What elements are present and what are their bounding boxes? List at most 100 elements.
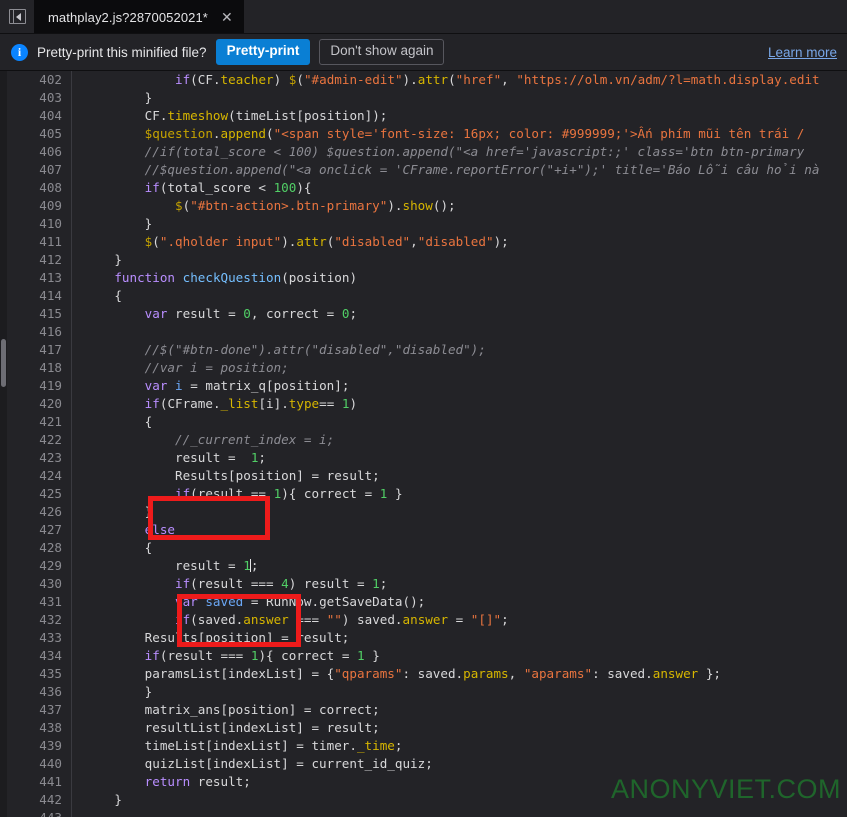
line-code[interactable]: quizList[indexList] = current_id_quiz; (72, 755, 433, 773)
line-code[interactable]: if(result === 1){ correct = 1 } (72, 647, 380, 665)
line-code[interactable]: } (72, 251, 122, 269)
line-code[interactable]: resultList[indexList] = result; (72, 719, 380, 737)
code-line[interactable]: 410 } (7, 215, 847, 233)
code-line[interactable]: 432 if(saved.answer === "") saved.answer… (7, 611, 847, 629)
code-line[interactable]: 408 if(total_score < 100){ (7, 179, 847, 197)
line-code[interactable]: //if(total_score < 100) $question.append… (72, 143, 805, 161)
line-code[interactable]: { (72, 287, 122, 305)
code-line[interactable]: 404 CF.timeshow(timeList[position]); (7, 107, 847, 125)
code-line[interactable]: 443 (7, 809, 847, 817)
info-icon: i (11, 43, 28, 61)
line-code[interactable]: var result = 0, correct = 0; (72, 305, 357, 323)
close-icon[interactable]: ✕ (218, 9, 236, 25)
line-code[interactable]: $(".qholder input").attr("disabled","dis… (72, 233, 509, 251)
code-line[interactable]: 435 paramsList[indexList] = {"qparams": … (7, 665, 847, 683)
line-code[interactable]: $question.append("<span style='font-size… (72, 125, 812, 143)
line-code[interactable]: $("#btn-action>.btn-primary").show(); (72, 197, 456, 215)
code-line[interactable]: 415 var result = 0, correct = 0; (7, 305, 847, 323)
code-line[interactable]: 420 if(CFrame._list[i].type== 1) (7, 395, 847, 413)
line-code[interactable]: } (72, 791, 122, 809)
code-line[interactable]: 429 result = 1; (7, 557, 847, 575)
line-code[interactable]: { (72, 413, 153, 431)
line-code[interactable]: if(result == 1){ correct = 1 } (72, 485, 403, 503)
code-line[interactable]: 426 } (7, 503, 847, 521)
dont-show-again-button[interactable]: Don't show again (319, 39, 445, 65)
line-number: 409 (7, 197, 72, 215)
line-code[interactable]: matrix_ans[position] = correct; (72, 701, 380, 719)
line-code[interactable] (72, 323, 84, 341)
line-code[interactable]: var saved = RunNow.getSaveData(); (72, 593, 425, 611)
line-code[interactable]: Results[position] = result; (72, 629, 350, 647)
line-code[interactable]: //var i = position; (72, 359, 289, 377)
code-line[interactable]: 439 timeList[indexList] = timer._time; (7, 737, 847, 755)
line-code[interactable] (72, 809, 84, 817)
code-line[interactable]: 419 var i = matrix_q[position]; (7, 377, 847, 395)
line-code[interactable]: } (72, 89, 153, 107)
code-line[interactable]: 416 (7, 323, 847, 341)
line-number: 424 (7, 467, 72, 485)
code-line[interactable]: 418 //var i = position; (7, 359, 847, 377)
code-line[interactable]: 425 if(result == 1){ correct = 1 } (7, 485, 847, 503)
code-line[interactable]: 411 $(".qholder input").attr("disabled",… (7, 233, 847, 251)
code-line[interactable]: 436 } (7, 683, 847, 701)
line-code[interactable]: timeList[indexList] = timer._time; (72, 737, 403, 755)
line-code[interactable]: function checkQuestion(position) (72, 269, 357, 287)
code-line[interactable]: 424 Results[position] = result; (7, 467, 847, 485)
code-line[interactable]: 427 else (7, 521, 847, 539)
collapse-panel-left-icon[interactable] (0, 0, 34, 33)
line-code[interactable]: if(CF.teacher) $("#admin-edit").attr("hr… (72, 71, 820, 89)
code-line[interactable]: 428 { (7, 539, 847, 557)
code-line[interactable]: 438 resultList[indexList] = result; (7, 719, 847, 737)
code-line[interactable]: 412 } (7, 251, 847, 269)
pretty-print-notification-bar: i Pretty-print this minified file? Prett… (0, 34, 847, 71)
line-code[interactable]: if(total_score < 100){ (72, 179, 312, 197)
code-content[interactable]: 402 if(CF.teacher) $("#admin-edit").attr… (7, 71, 847, 817)
code-line[interactable]: 413 function checkQuestion(position) (7, 269, 847, 287)
code-line[interactable]: 409 $("#btn-action>.btn-primary").show()… (7, 197, 847, 215)
code-line[interactable]: 440 quizList[indexList] = current_id_qui… (7, 755, 847, 773)
learn-more-link[interactable]: Learn more (768, 45, 837, 60)
code-line[interactable]: 437 matrix_ans[position] = correct; (7, 701, 847, 719)
line-code[interactable]: Results[position] = result; (72, 467, 380, 485)
code-line[interactable]: 421 { (7, 413, 847, 431)
line-code[interactable]: if(saved.answer === "") saved.answer = "… (72, 611, 509, 629)
line-number: 427 (7, 521, 72, 539)
code-line[interactable]: 433 Results[position] = result; (7, 629, 847, 647)
code-line[interactable]: 417 //$("#btn-done").attr("disabled","di… (7, 341, 847, 359)
line-code[interactable]: CF.timeshow(timeList[position]); (72, 107, 388, 125)
code-line[interactable]: 422 //_current_index = i; (7, 431, 847, 449)
code-line[interactable]: 431 var saved = RunNow.getSaveData(); (7, 593, 847, 611)
line-code[interactable]: var i = matrix_q[position]; (72, 377, 350, 395)
line-code[interactable]: } (72, 215, 153, 233)
line-code[interactable]: else (72, 521, 175, 539)
code-line[interactable]: 405 $question.append("<span style='font-… (7, 125, 847, 143)
line-code[interactable]: paramsList[indexList] = {"qparams": save… (72, 665, 721, 683)
watermark: ANONYVIET.COM (610, 774, 841, 804)
line-code[interactable]: result = 1; (72, 449, 266, 467)
code-line[interactable]: 414 { (7, 287, 847, 305)
scrollbar-thumb[interactable] (1, 339, 6, 387)
line-code[interactable]: result = 1; (72, 557, 258, 575)
code-line[interactable]: 402 if(CF.teacher) $("#admin-edit").attr… (7, 71, 847, 89)
line-number: 414 (7, 287, 72, 305)
line-code[interactable]: //_current_index = i; (72, 431, 334, 449)
line-code[interactable]: if(CFrame._list[i].type== 1) (72, 395, 357, 413)
code-line[interactable]: 406 //if(total_score < 100) $question.ap… (7, 143, 847, 161)
line-code[interactable]: //$("#btn-done").attr("disabled","disabl… (72, 341, 486, 359)
line-code[interactable]: } (72, 503, 153, 521)
line-number: 410 (7, 215, 72, 233)
line-code[interactable]: return result; (72, 773, 251, 791)
code-line[interactable]: 403 } (7, 89, 847, 107)
editor-vertical-scrollbar[interactable] (0, 71, 7, 817)
code-line[interactable]: 407 //$question.append("<a onclick = 'CF… (7, 161, 847, 179)
code-line[interactable]: 434 if(result === 1){ correct = 1 } (7, 647, 847, 665)
line-code[interactable]: if(result === 4) result = 1; (72, 575, 387, 593)
line-code[interactable]: } (72, 683, 153, 701)
code-line[interactable]: 430 if(result === 4) result = 1; (7, 575, 847, 593)
line-number: 431 (7, 593, 72, 611)
line-code[interactable]: //$question.append("<a onclick = 'CFrame… (72, 161, 820, 179)
line-code[interactable]: { (72, 539, 153, 557)
code-line[interactable]: 423 result = 1; (7, 449, 847, 467)
pretty-print-button[interactable]: Pretty-print (215, 39, 311, 65)
tab-mathplay2-js[interactable]: mathplay2.js?2870052021* ✕ (34, 0, 244, 33)
